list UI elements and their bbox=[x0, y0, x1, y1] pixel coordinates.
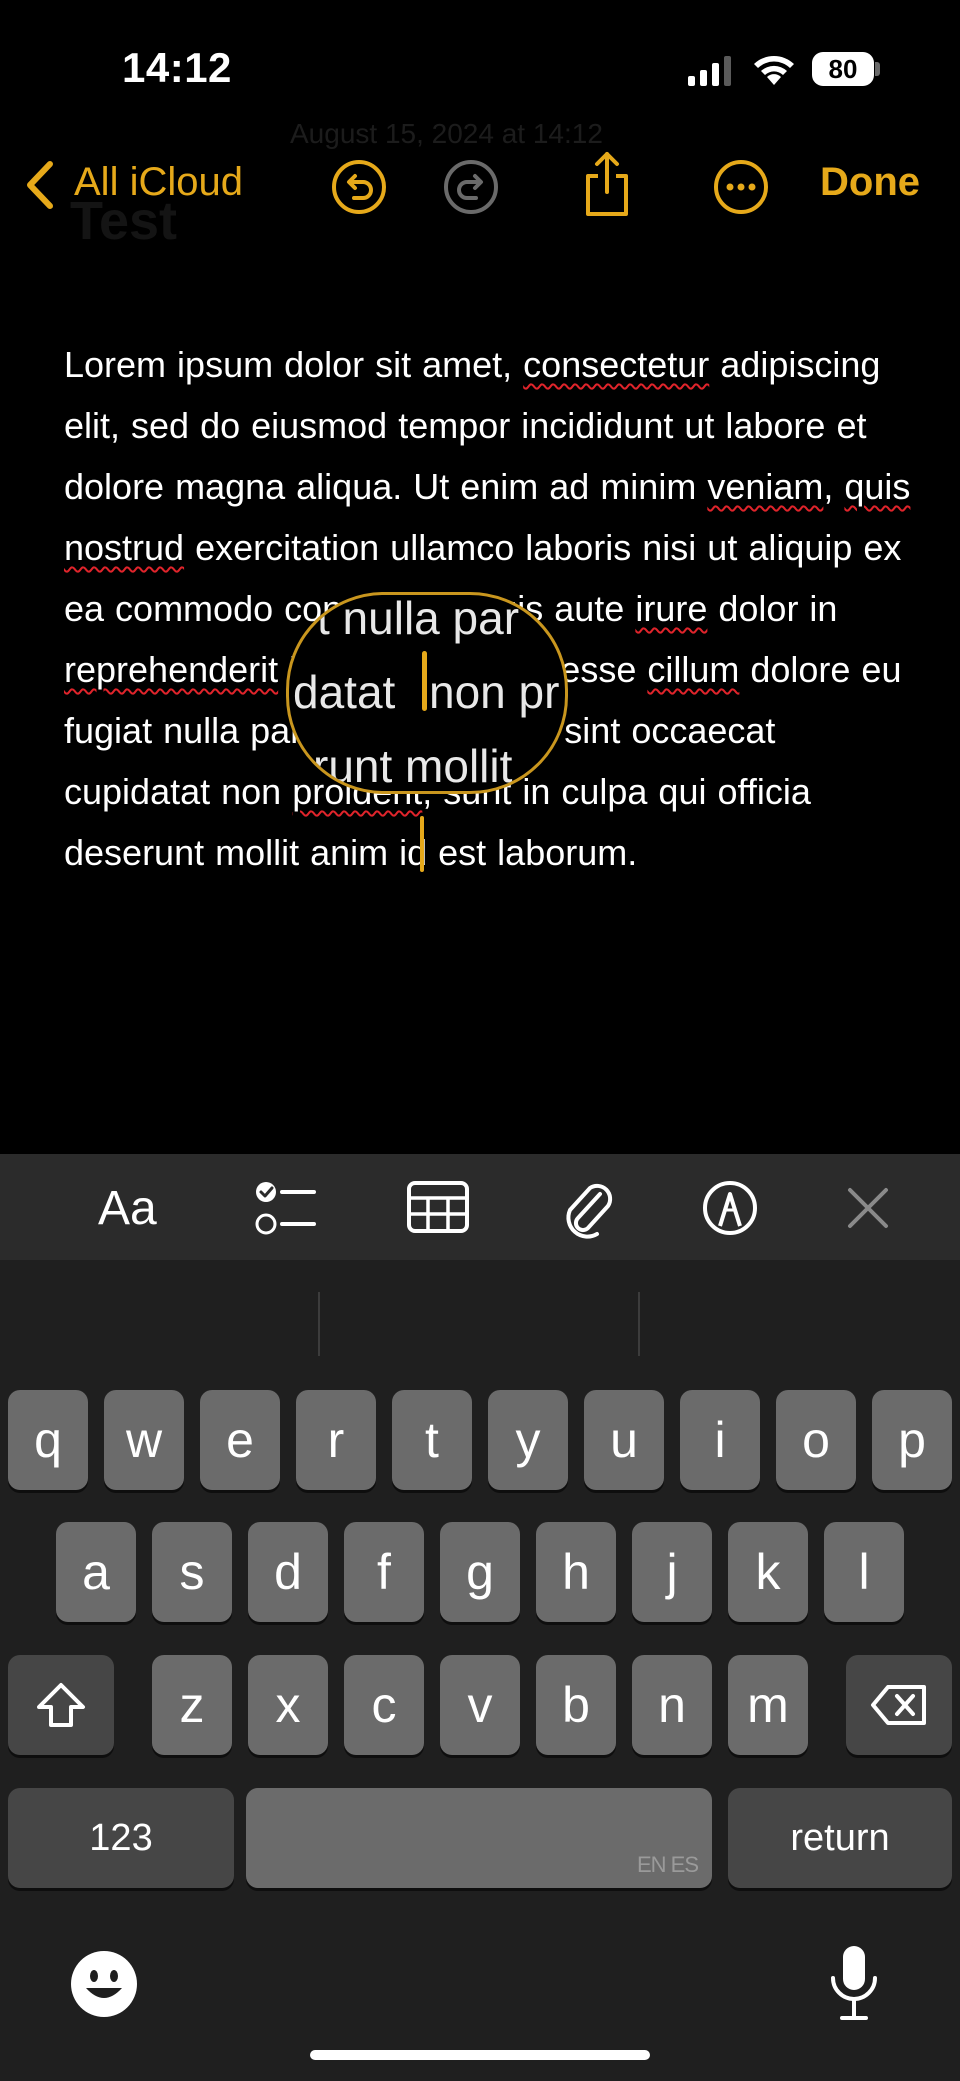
microphone-icon[interactable] bbox=[826, 1944, 882, 2024]
note-text-segment: Lorem ipsum dolor sit amet, bbox=[64, 344, 524, 385]
share-icon[interactable] bbox=[580, 150, 634, 218]
key-l[interactable]: l bbox=[824, 1522, 904, 1622]
shift-icon bbox=[37, 1683, 85, 1727]
emoji-icon[interactable] bbox=[70, 1950, 138, 2018]
redo-icon[interactable] bbox=[442, 158, 500, 216]
key-y[interactable]: y bbox=[488, 1390, 568, 1490]
delete-icon bbox=[871, 1685, 926, 1725]
checklist-icon[interactable] bbox=[254, 1180, 316, 1236]
shift-key[interactable] bbox=[8, 1655, 114, 1755]
note-date-faded: August 15, 2024 at 14:12 bbox=[290, 118, 603, 149]
key-p[interactable]: p bbox=[872, 1390, 952, 1490]
key-i[interactable]: i bbox=[680, 1390, 760, 1490]
markup-icon[interactable] bbox=[702, 1180, 758, 1236]
misspelled-word[interactable]: cillum bbox=[647, 649, 739, 690]
misspelled-word[interactable]: reprehenderit bbox=[64, 649, 278, 690]
key-j[interactable]: j bbox=[632, 1522, 712, 1622]
attachment-icon[interactable] bbox=[560, 1176, 616, 1240]
key-h[interactable]: h bbox=[536, 1522, 616, 1622]
key-u[interactable]: u bbox=[584, 1390, 664, 1490]
back-chevron-icon[interactable] bbox=[20, 158, 60, 212]
battery-indicator: 80 bbox=[812, 52, 874, 86]
loupe-line-3: runt mollit bbox=[313, 740, 513, 792]
key-n[interactable]: n bbox=[632, 1655, 712, 1755]
return-key[interactable]: return bbox=[728, 1788, 952, 1888]
loupe-cursor bbox=[422, 651, 427, 711]
key-e[interactable]: e bbox=[200, 1390, 280, 1490]
suggestion-divider bbox=[318, 1292, 320, 1356]
battery-nub bbox=[875, 62, 880, 76]
close-icon[interactable] bbox=[846, 1186, 890, 1230]
key-q[interactable]: q bbox=[8, 1390, 88, 1490]
misspelled-word[interactable]: irure bbox=[635, 588, 707, 629]
key-o[interactable]: o bbox=[776, 1390, 856, 1490]
misspelled-word[interactable]: consectetur bbox=[523, 344, 709, 385]
key-c[interactable]: c bbox=[344, 1655, 424, 1755]
home-indicator bbox=[310, 2050, 650, 2060]
key-v[interactable]: v bbox=[440, 1655, 520, 1755]
key-f[interactable]: f bbox=[344, 1522, 424, 1622]
key-w[interactable]: w bbox=[104, 1390, 184, 1490]
done-button[interactable]: Done bbox=[820, 160, 920, 205]
key-t[interactable]: t bbox=[392, 1390, 472, 1490]
misspelled-word[interactable]: veniam bbox=[707, 466, 823, 507]
text-magnifier-loupe: t nulla par datat non pr runt mollit bbox=[286, 592, 568, 794]
delete-key[interactable] bbox=[846, 1655, 952, 1755]
table-icon[interactable] bbox=[406, 1180, 470, 1234]
key-g[interactable]: g bbox=[440, 1522, 520, 1622]
key-d[interactable]: d bbox=[248, 1522, 328, 1622]
misspelled-word[interactable]: quis bbox=[844, 466, 910, 507]
more-icon[interactable] bbox=[712, 158, 770, 216]
text-cursor bbox=[420, 816, 424, 872]
key-r[interactable]: r bbox=[296, 1390, 376, 1490]
space-bar[interactable]: EN ES bbox=[246, 1788, 712, 1888]
suggestion-divider bbox=[638, 1292, 640, 1356]
key-z[interactable]: z bbox=[152, 1655, 232, 1755]
status-time: 14:12 bbox=[122, 44, 232, 91]
note-text-segment: , bbox=[823, 466, 845, 507]
undo-icon[interactable] bbox=[330, 158, 388, 216]
space-language-label: EN ES bbox=[636, 1852, 699, 1877]
cellular-icon bbox=[688, 56, 731, 86]
key-x[interactable]: x bbox=[248, 1655, 328, 1755]
back-button-all-icloud[interactable]: All iCloud bbox=[74, 160, 243, 205]
loupe-line-2-left: datat bbox=[293, 666, 396, 718]
misspelled-word[interactable]: nostrud bbox=[64, 527, 184, 568]
key-b[interactable]: b bbox=[536, 1655, 616, 1755]
loupe-line-1: t nulla par bbox=[317, 592, 520, 644]
key-m[interactable]: m bbox=[728, 1655, 808, 1755]
key-s[interactable]: s bbox=[152, 1522, 232, 1622]
wifi-icon bbox=[754, 56, 794, 85]
key-a[interactable]: a bbox=[56, 1522, 136, 1622]
numbers-key[interactable]: 123 bbox=[8, 1788, 234, 1888]
format-text-button[interactable]: Aa bbox=[98, 1160, 157, 1256]
note-text-segment: dolor in bbox=[707, 588, 838, 629]
key-k[interactable]: k bbox=[728, 1522, 808, 1622]
loupe-line-2-right: non pr bbox=[429, 666, 560, 718]
